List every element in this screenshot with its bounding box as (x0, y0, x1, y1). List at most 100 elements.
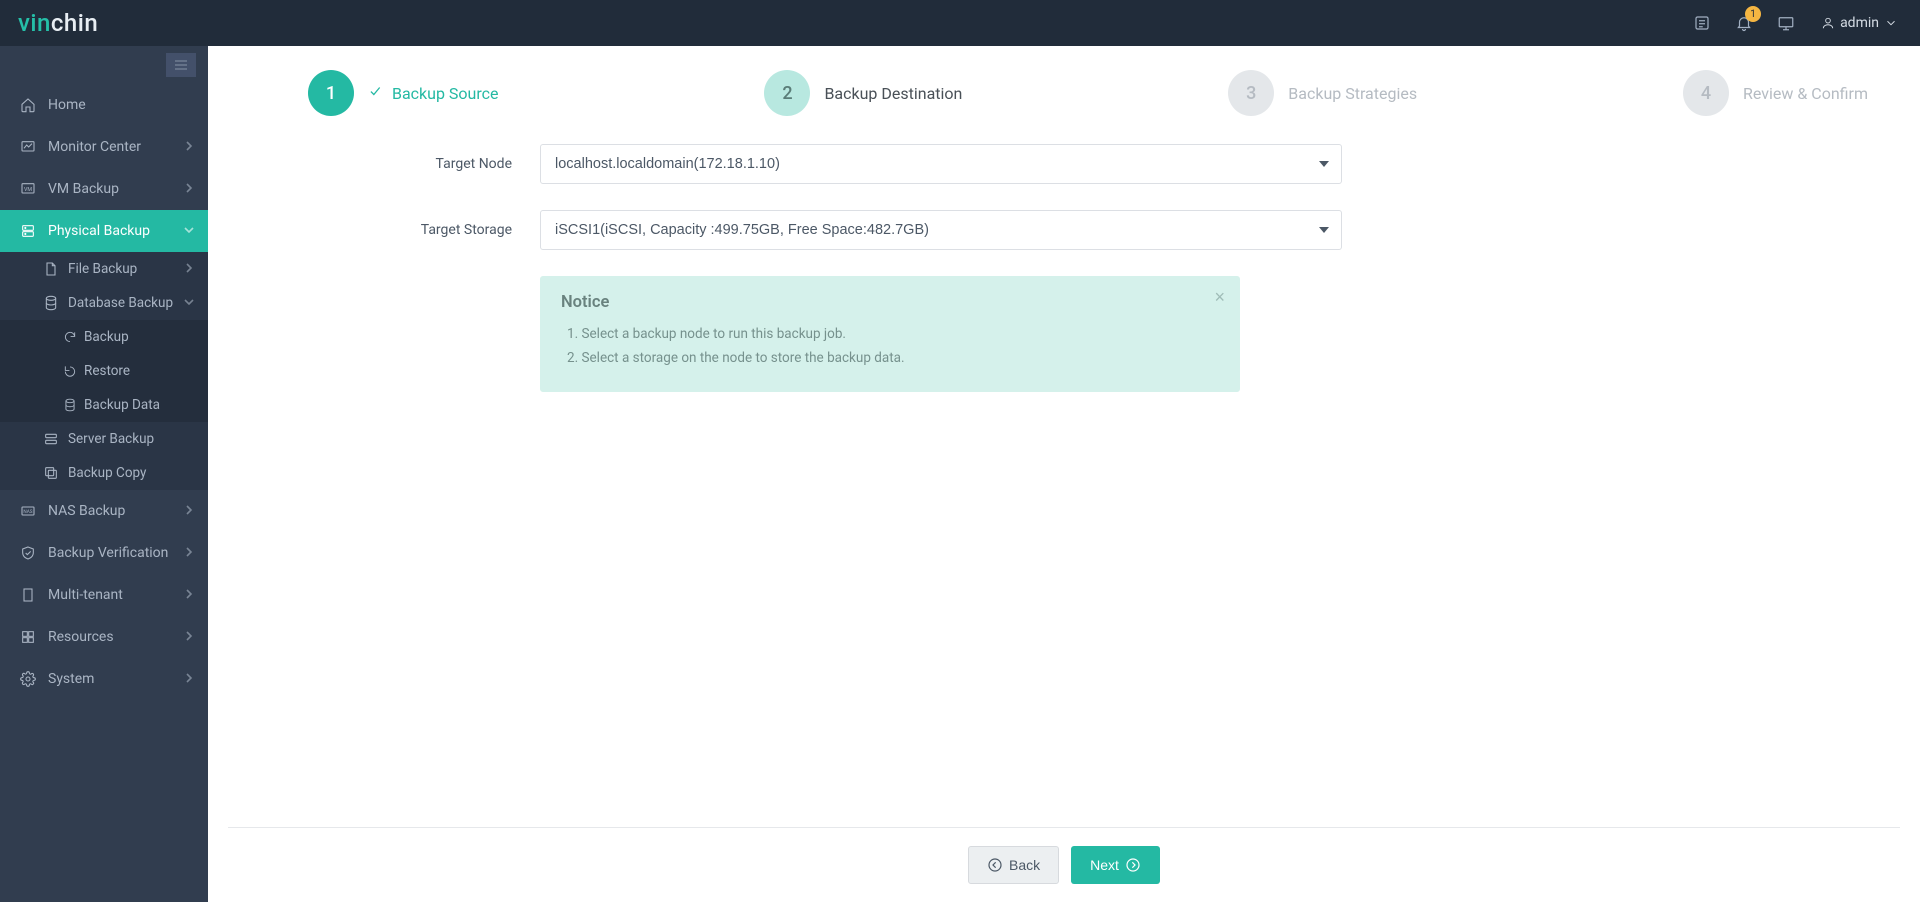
sidebar-item-server-backup[interactable]: Server Backup (0, 422, 208, 456)
step-number: 2 (764, 70, 810, 116)
main-content: 1 Backup Source 2 Backup Destination 3 B… (208, 46, 1920, 902)
sidebar-item-verify[interactable]: Backup Verification (0, 532, 208, 574)
sidebar-item-label: NAS Backup (48, 503, 125, 519)
wizard-steps: 1 Backup Source 2 Backup Destination 3 B… (308, 70, 1868, 116)
chevron-down-icon (184, 223, 194, 239)
sidebar-item-db-restore[interactable]: Restore (0, 354, 208, 388)
shield-check-icon (18, 545, 38, 561)
sidebar-item-nas[interactable]: NAS NAS Backup (0, 490, 208, 532)
wizard-footer: Back Next (228, 827, 1900, 902)
topbar-monitor-icon[interactable] (1765, 0, 1807, 46)
sidebar-item-label: Home (48, 97, 86, 113)
bell-badge: 1 (1745, 6, 1761, 22)
home-icon (18, 97, 38, 113)
sidebar-item-system[interactable]: System (0, 658, 208, 700)
topbar: vinchin 1 admin (0, 0, 1920, 46)
sidebar-item-label: Backup (84, 329, 129, 345)
chart-icon (18, 139, 38, 155)
sidebar-item-monitor[interactable]: Monitor Center (0, 126, 208, 168)
building-icon (18, 587, 38, 603)
database-icon (62, 397, 78, 413)
sidebar-item-label: Backup Data (84, 397, 160, 413)
sidebar-item-label: Physical Backup (48, 223, 150, 239)
wizard-step-4: 4 Review & Confirm (1683, 70, 1868, 116)
brand-part1: vin (18, 9, 51, 37)
nas-icon: NAS (18, 503, 38, 519)
step-label: Backup Source (392, 84, 499, 103)
refresh-icon (62, 329, 78, 345)
notice-close-button[interactable]: × (1214, 287, 1225, 308)
form-row-target-storage: Target Storage iSCSI1(iSCSI, Capacity :4… (382, 210, 1342, 250)
target-storage-select[interactable]: iSCSI1(iSCSI, Capacity :499.75GB, Free S… (540, 210, 1342, 250)
brand-part2: chin (51, 9, 98, 37)
server-icon (42, 431, 60, 447)
sidebar-item-resources[interactable]: Resources (0, 616, 208, 658)
chevron-right-icon (184, 181, 194, 197)
chevron-down-icon (184, 295, 194, 311)
grid-icon (18, 629, 38, 645)
sidebar-item-label: Database Backup (68, 295, 173, 311)
svg-text:VM: VM (24, 187, 32, 193)
sidebar-item-physical-backup[interactable]: Physical Backup (0, 210, 208, 252)
back-button[interactable]: Back (968, 846, 1059, 884)
topbar-list-icon[interactable] (1681, 0, 1723, 46)
chevron-right-icon (184, 139, 194, 155)
notice-line: 2. Select a storage on the node to store… (567, 346, 1219, 370)
wizard-step-3: 3 Backup Strategies (1228, 70, 1417, 116)
sidebar-item-label: Monitor Center (48, 139, 141, 155)
topbar-bell-icon[interactable]: 1 (1723, 0, 1765, 46)
target-node-select[interactable]: localhost.localdomain(172.18.1.10) (540, 144, 1342, 184)
target-node-label: Target Node (382, 156, 540, 172)
chevron-right-icon (184, 671, 194, 687)
form-row-target-node: Target Node localhost.localdomain(172.18… (382, 144, 1342, 184)
back-button-label: Back (1009, 857, 1040, 873)
notice-panel: × Notice 1. Select a backup node to run … (540, 276, 1240, 392)
server-icon (18, 223, 38, 239)
check-icon (368, 84, 382, 102)
sidebar-sub-database: Backup Restore Backup Data (0, 320, 208, 422)
brand-logo[interactable]: vinchin (18, 9, 98, 37)
sidebar-item-label: VM Backup (48, 181, 119, 197)
sidebar-item-file-backup[interactable]: File Backup (0, 252, 208, 286)
sidebar-sub-physical: File Backup Database Backup Backup Resto… (0, 252, 208, 490)
chevron-right-icon (184, 261, 194, 277)
sidebar-toggle-row (0, 46, 208, 84)
step-number: 3 (1228, 70, 1274, 116)
sidebar-item-database-backup[interactable]: Database Backup (0, 286, 208, 320)
sidebar-item-db-data[interactable]: Backup Data (0, 388, 208, 422)
notice-title: Notice (561, 293, 1219, 312)
chevron-right-icon (184, 503, 194, 519)
sidebar-item-label: File Backup (68, 261, 137, 277)
sidebar-item-home[interactable]: Home (0, 84, 208, 126)
svg-text:NAS: NAS (23, 509, 32, 515)
sidebar-collapse-button[interactable] (166, 53, 196, 77)
sidebar-item-vm-backup[interactable]: VM VM Backup (0, 168, 208, 210)
step-number: 4 (1683, 70, 1729, 116)
restore-icon (62, 363, 78, 379)
sidebar-item-db-backup[interactable]: Backup (0, 320, 208, 354)
chevron-right-icon (184, 629, 194, 645)
sidebar-item-tenant[interactable]: Multi-tenant (0, 574, 208, 616)
sidebar-item-backup-copy[interactable]: Backup Copy (0, 456, 208, 490)
next-button[interactable]: Next (1071, 846, 1160, 884)
chevron-right-icon (184, 587, 194, 603)
wizard-step-2[interactable]: 2 Backup Destination (764, 70, 962, 116)
sidebar-item-label: Backup Copy (68, 465, 146, 481)
gear-icon (18, 671, 38, 687)
vm-icon: VM (18, 181, 38, 197)
chevron-down-icon (1884, 16, 1898, 30)
file-icon (42, 261, 60, 277)
wizard-step-1[interactable]: 1 Backup Source (308, 70, 499, 116)
sidebar-item-label: Resources (48, 629, 114, 645)
sidebar-item-label: Backup Verification (48, 545, 168, 561)
chevron-right-icon (184, 545, 194, 561)
notice-line: 1. Select a backup node to run this back… (567, 322, 1219, 346)
target-storage-label: Target Storage (382, 222, 540, 238)
sidebar-item-label: Multi-tenant (48, 587, 123, 603)
copy-icon (42, 465, 60, 481)
database-icon (42, 295, 60, 311)
sidebar-item-label: Restore (84, 363, 130, 379)
step-label: Review & Confirm (1743, 84, 1868, 103)
topbar-user-menu[interactable]: admin (1807, 15, 1912, 31)
step-label: Backup Strategies (1288, 84, 1417, 103)
